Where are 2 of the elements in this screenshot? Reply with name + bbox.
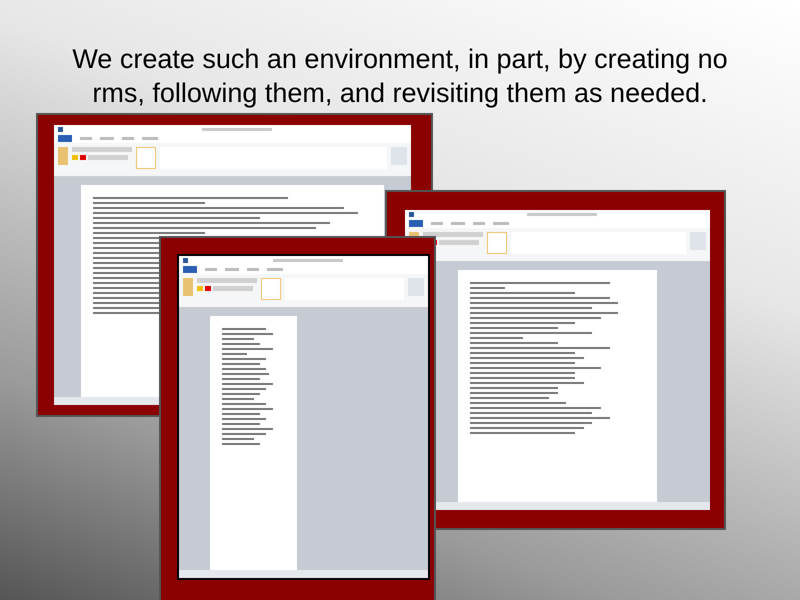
slide-title-line: We create such an environment, in part, by creating no xyxy=(72,43,728,76)
slide-title-line: rms, following them, and revisiting them as needed. xyxy=(92,77,708,110)
